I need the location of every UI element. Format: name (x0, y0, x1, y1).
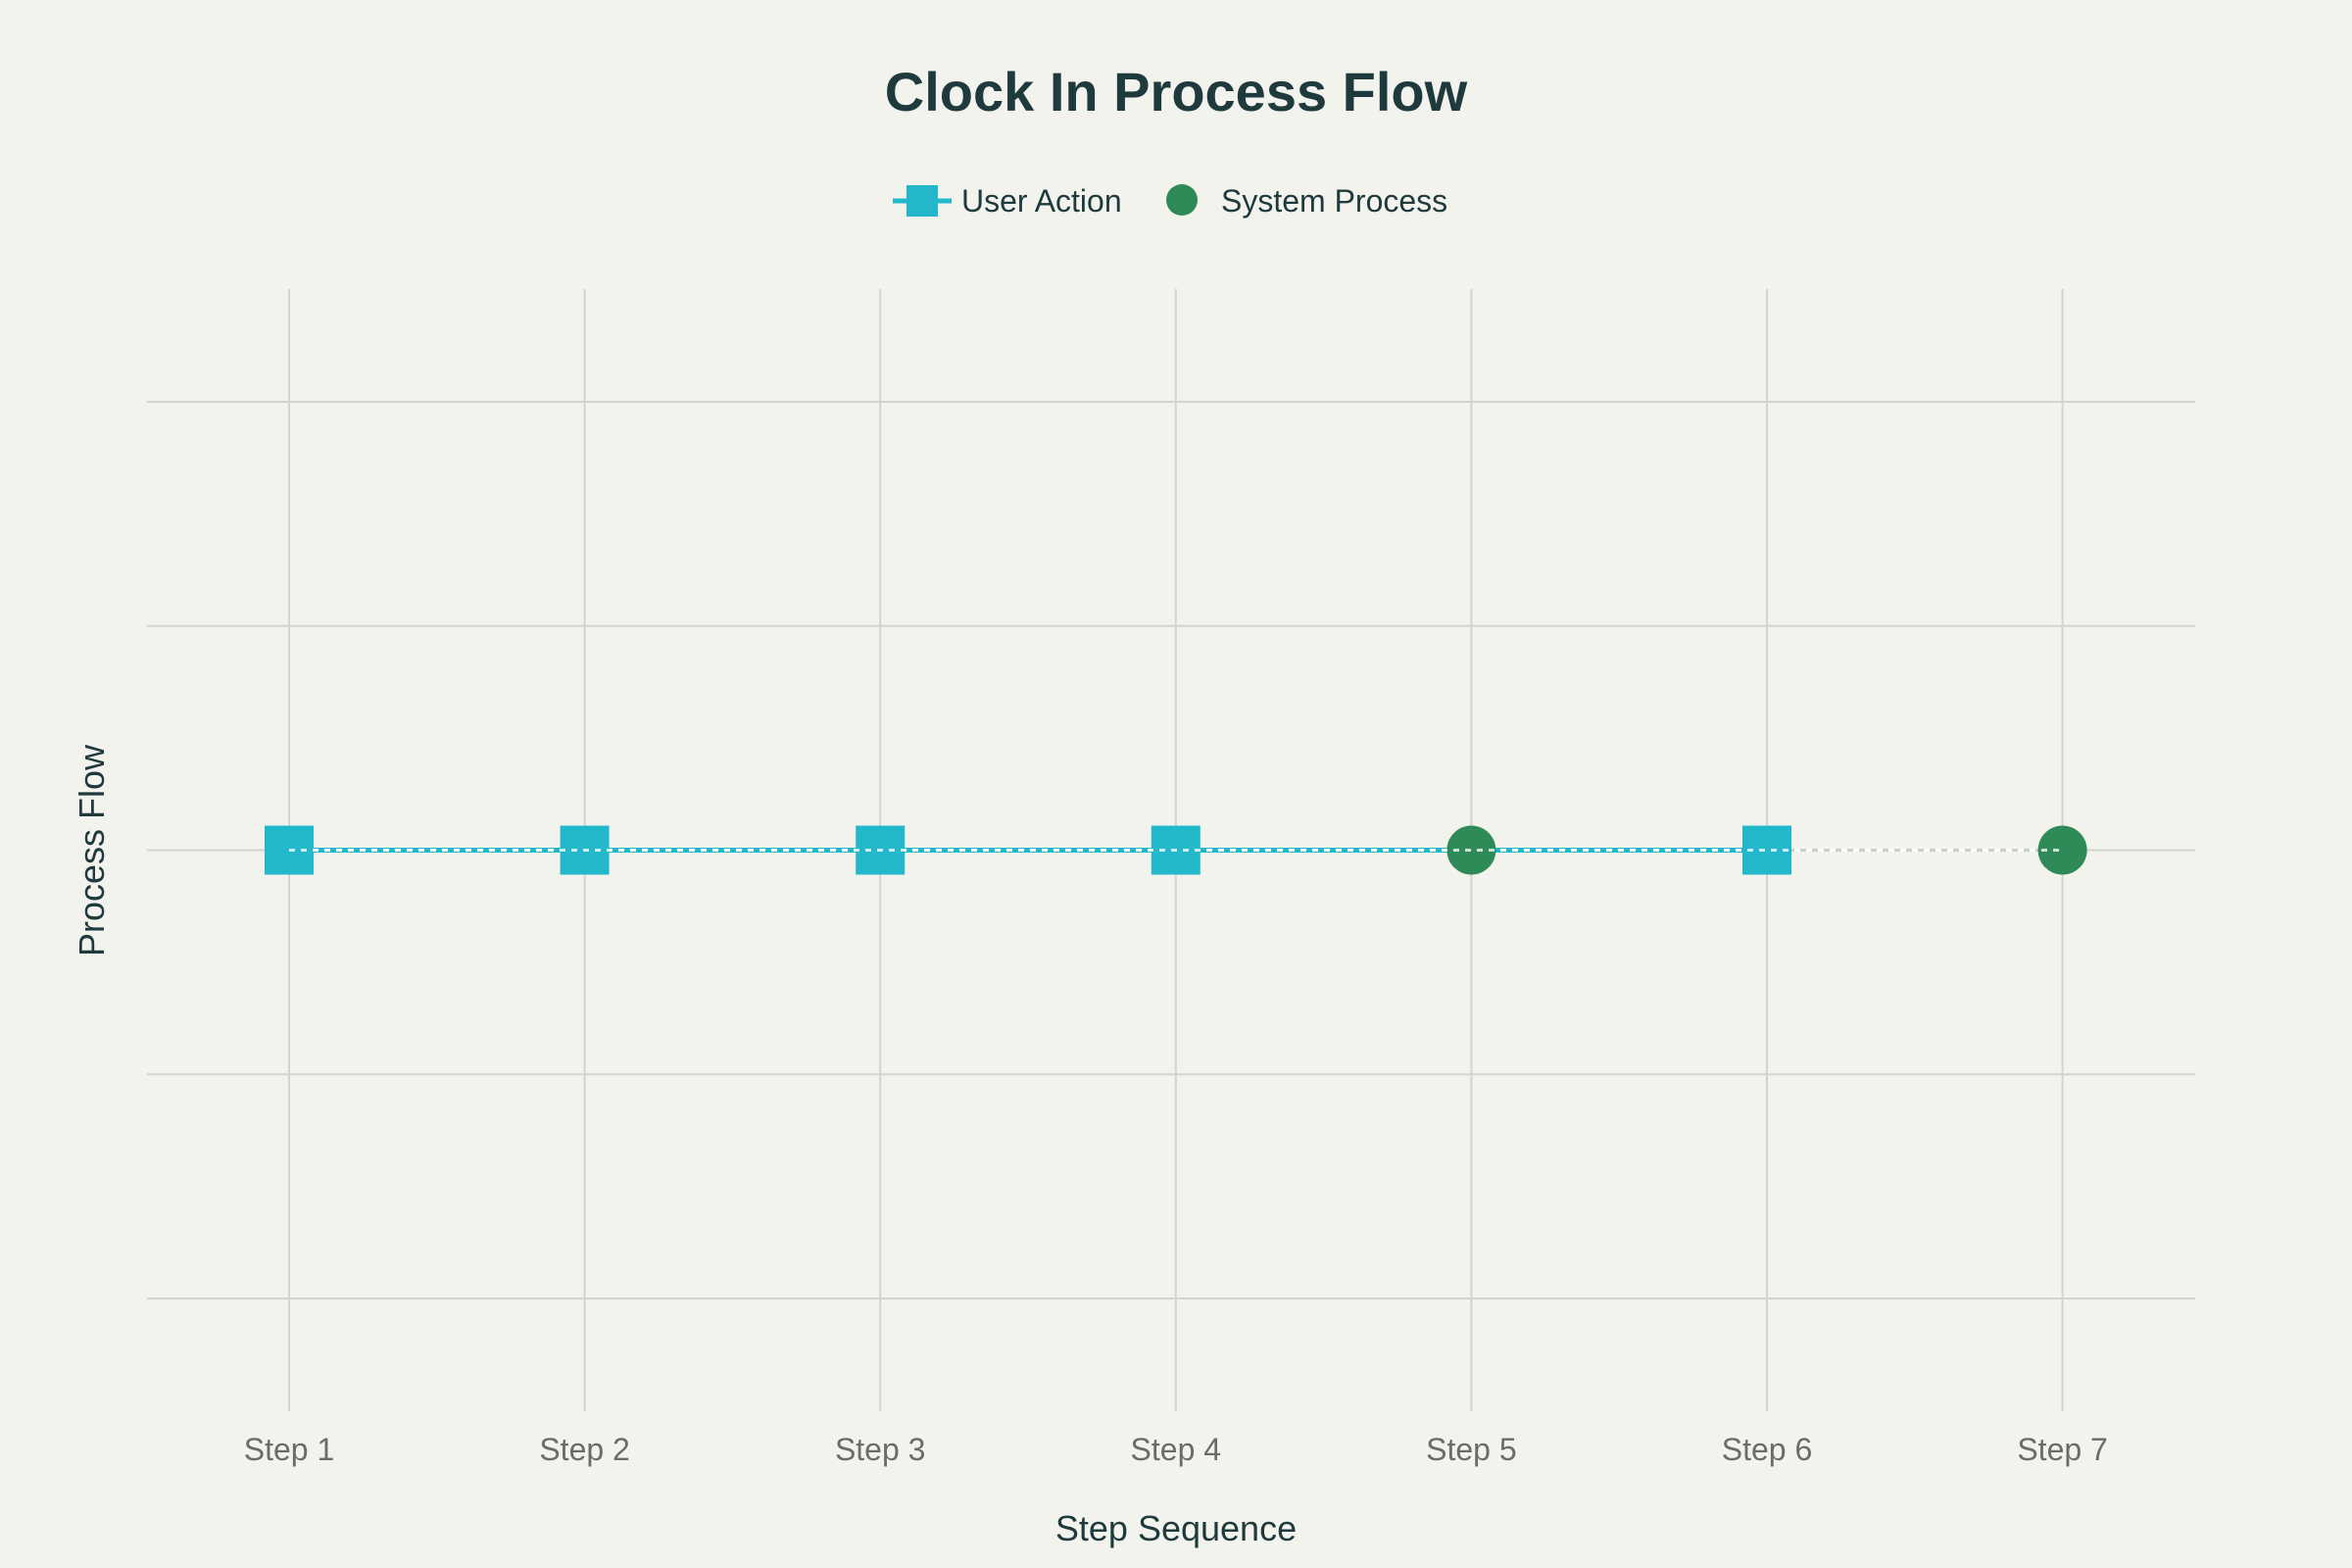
x-tick-label-4: Step 4 (1131, 1432, 1222, 1467)
legend-user-action-label: User Action (961, 183, 1122, 219)
x-tick-label-3: Step 3 (835, 1432, 926, 1467)
x-tick-label-1: Step 1 (244, 1432, 335, 1467)
y-axis-label: Process Flow (72, 744, 112, 956)
legend-user-action-square-icon (906, 185, 938, 217)
x-tick-label-6: Step 6 (1722, 1432, 1813, 1467)
tick-layer: Step 1 Step 2 Step 3 Step 4 Step 5 Step 6 Step… (244, 1432, 2108, 1467)
chart-container: Step 1 Step 2 Step 3 Step 4 Step 5 Step 6 Step… (0, 0, 2352, 1568)
x-tick-label-5: Step 5 (1426, 1432, 1517, 1467)
legend-item-user-action[interactable]: User Action (893, 183, 1122, 219)
legend-item-system-process[interactable]: System Process (1166, 183, 1447, 219)
x-tick-label-7: Step 7 (2017, 1432, 2108, 1467)
legend-system-process-circle-icon (1166, 184, 1198, 216)
legend: User Action System Process (893, 183, 1447, 219)
chart-svg: Step 1 Step 2 Step 3 Step 4 Step 5 Step 6 Step… (72, 61, 2195, 1548)
legend-system-process-label: System Process (1221, 183, 1447, 219)
x-axis-label: Step Sequence (1055, 1508, 1297, 1548)
chart-title: Clock In Process Flow (885, 61, 1468, 122)
x-tick-label-2: Step 2 (539, 1432, 630, 1467)
